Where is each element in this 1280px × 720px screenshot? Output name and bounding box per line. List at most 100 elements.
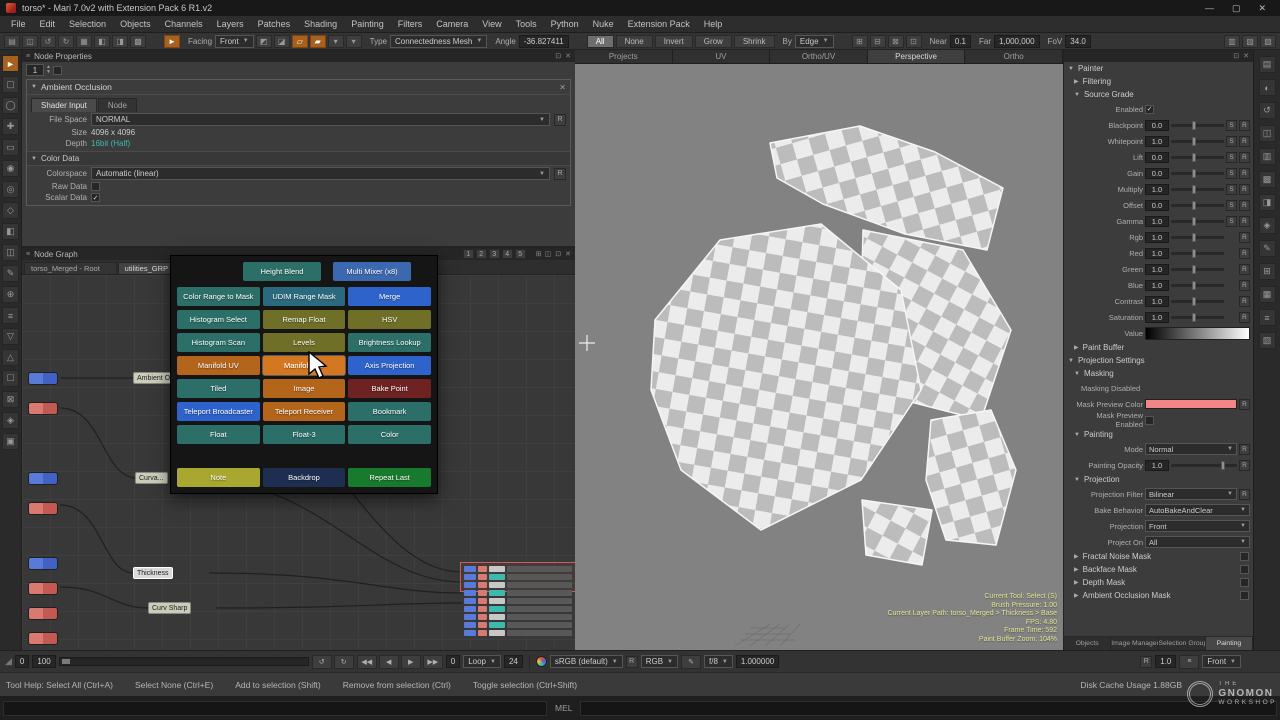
mask-color-reset-button[interactable]: R: [1239, 399, 1250, 410]
menu-item[interactable]: Edit: [33, 17, 63, 31]
viewport-tab[interactable]: Ortho: [965, 50, 1063, 63]
file-space-dropdown[interactable]: NORMAL▼: [91, 113, 550, 126]
grade-s-button[interactable]: S: [1226, 168, 1237, 179]
node-create-button[interactable]: Float: [177, 425, 260, 444]
palette-float-icon[interactable]: ⊡: [555, 52, 561, 60]
command-output[interactable]: [580, 701, 1277, 716]
grade-value-input[interactable]: 1.0: [1145, 296, 1169, 307]
slerp-tool-icon[interactable]: ≡: [2, 307, 19, 324]
slider-handle[interactable]: [1221, 461, 1225, 470]
graph-bookmark-button[interactable]: 1: [463, 249, 474, 259]
menu-item[interactable]: Layers: [210, 17, 251, 31]
list-icon[interactable]: ≡: [1179, 655, 1199, 669]
palette-tab[interactable]: Image Manager: [1111, 637, 1158, 650]
grade-slider[interactable]: [1171, 316, 1224, 319]
pin-properties-checkbox[interactable]: [53, 66, 62, 75]
lasso-select-tool-icon[interactable]: ◯: [2, 97, 19, 114]
snap-grid-icon[interactable]: ⊞: [536, 250, 542, 258]
grade-value-input[interactable]: 1.0: [1145, 136, 1169, 147]
paste-icon[interactable]: ◧: [94, 35, 110, 48]
palette-tab[interactable]: Objects: [1064, 637, 1111, 650]
grade-reset-button[interactable]: R: [1239, 152, 1250, 163]
paint-buffer-section-header[interactable]: ▶Paint Buffer: [1064, 341, 1253, 354]
angle-input[interactable]: -36.827411: [519, 35, 569, 48]
type-dropdown[interactable]: Connectedness Mesh▼: [390, 35, 487, 48]
node-create-button[interactable]: Merge: [348, 287, 431, 306]
pin-tool-icon[interactable]: ▽: [2, 328, 19, 345]
edge-select-icon[interactable]: ▱: [292, 35, 308, 48]
menu-item[interactable]: File: [4, 17, 33, 31]
slider-handle[interactable]: [1192, 281, 1196, 290]
viewport-tab[interactable]: UV: [673, 50, 771, 63]
node-create-button[interactable]: Levels: [263, 333, 346, 352]
filter-reset-button[interactable]: R: [1239, 489, 1250, 500]
by-dropdown[interactable]: Edge▼: [795, 35, 834, 48]
node-create-button[interactable]: Bake Point: [348, 379, 431, 398]
facing-back-icon[interactable]: ◪: [274, 35, 290, 48]
mask-section-header[interactable]: ▶ Ambient Occlusion Mask: [1064, 589, 1253, 602]
grade-slider[interactable]: [1171, 300, 1224, 303]
menu-item[interactable]: Help: [697, 17, 730, 31]
mask-enabled-checkbox[interactable]: [1240, 591, 1249, 600]
far-input[interactable]: 1,000,000: [994, 35, 1040, 48]
marquee-select-tool-icon[interactable]: ▢: [2, 76, 19, 93]
grade-reset-button[interactable]: R: [1239, 296, 1250, 307]
node-create-button[interactable]: Bookmark: [348, 402, 431, 421]
blur-tool-icon[interactable]: ◎: [2, 181, 19, 198]
enabled-checkbox[interactable]: ✓: [1145, 105, 1154, 114]
mode-dropdown[interactable]: Normal▼: [1145, 443, 1237, 455]
grade-s-button[interactable]: S: [1226, 152, 1237, 163]
node-create-button[interactable]: Axis Projection: [348, 356, 431, 375]
graph-port-node[interactable]: [28, 557, 58, 570]
raw-data-checkbox[interactable]: [91, 182, 100, 191]
grade-slider[interactable]: [1171, 236, 1224, 239]
graph-bookmark-button[interactable]: 3: [489, 249, 500, 259]
viewport-canvas[interactable]: Current Tool: Select (S)Brush Pressure: …: [575, 64, 1063, 650]
shelf-palette-icon[interactable]: ▧: [1259, 332, 1276, 349]
command-input[interactable]: [3, 701, 547, 716]
file-space-reset-button[interactable]: R: [554, 114, 566, 126]
minimize-button[interactable]: —: [1205, 0, 1214, 16]
graph-bookmark-button[interactable]: 2: [476, 249, 487, 259]
graph-bookmark-button[interactable]: 4: [502, 249, 513, 259]
close-button[interactable]: ✕: [1258, 0, 1266, 16]
graph-port-node[interactable]: [28, 502, 58, 515]
pan-tool-icon[interactable]: ▣: [2, 433, 19, 450]
shading-palette-icon[interactable]: ◨: [1259, 194, 1276, 211]
menu-item[interactable]: Channels: [158, 17, 210, 31]
node-create-button[interactable]: Backdrop: [263, 468, 346, 487]
graph-node-curv-sharp[interactable]: Curv Sharp: [148, 602, 191, 614]
graph-tab[interactable]: torso_Merged - Root ✕: [24, 262, 117, 274]
menu-item[interactable]: Tools: [509, 17, 544, 31]
fstop-dropdown[interactable]: f/8▼: [704, 655, 733, 668]
gain-input[interactable]: 1.000000: [736, 655, 779, 668]
slider-handle[interactable]: [1192, 249, 1196, 258]
palette-grip-icon[interactable]: ≡: [26, 251, 30, 258]
range-start-input[interactable]: 0: [15, 655, 29, 668]
paint-through-tool-icon[interactable]: ◫: [2, 244, 19, 261]
menu-item[interactable]: Patches: [251, 17, 298, 31]
screenshot-icon[interactable]: ◨: [112, 35, 128, 48]
slider-handle[interactable]: [1192, 217, 1196, 226]
source-grade-section-header[interactable]: ▼Source Grade: [1064, 88, 1253, 101]
mask-enabled-checkbox[interactable]: [1240, 552, 1249, 561]
menu-item[interactable]: Python: [544, 17, 586, 31]
smudge-tool-icon[interactable]: ◇: [2, 202, 19, 219]
projection-settings-section-header[interactable]: ▼Projection Settings: [1064, 354, 1253, 367]
colorspace-reset-button[interactable]: R: [554, 168, 566, 180]
slider-handle[interactable]: [1192, 233, 1196, 242]
node-create-button[interactable]: Note: [177, 468, 260, 487]
channels-palette-icon[interactable]: ▤: [1259, 56, 1276, 73]
resize-grip-icon[interactable]: ◢: [5, 656, 12, 667]
node-create-button[interactable]: Color: [348, 425, 431, 444]
palette-tab[interactable]: Painting: [1206, 637, 1253, 650]
graph-node-curvature[interactable]: Curva...: [135, 472, 168, 484]
color-data-header[interactable]: ▼ Color Data: [27, 151, 570, 166]
slider-handle[interactable]: [1192, 169, 1196, 178]
grade-s-button[interactable]: S: [1226, 136, 1237, 147]
grade-value-input[interactable]: 1.0: [1145, 232, 1169, 243]
mask-enabled-checkbox[interactable]: [1240, 578, 1249, 587]
fov-input[interactable]: 34.0: [1065, 35, 1091, 48]
grade-reset-button[interactable]: R: [1239, 168, 1250, 179]
image-manager-palette-icon[interactable]: ◫: [1259, 125, 1276, 142]
